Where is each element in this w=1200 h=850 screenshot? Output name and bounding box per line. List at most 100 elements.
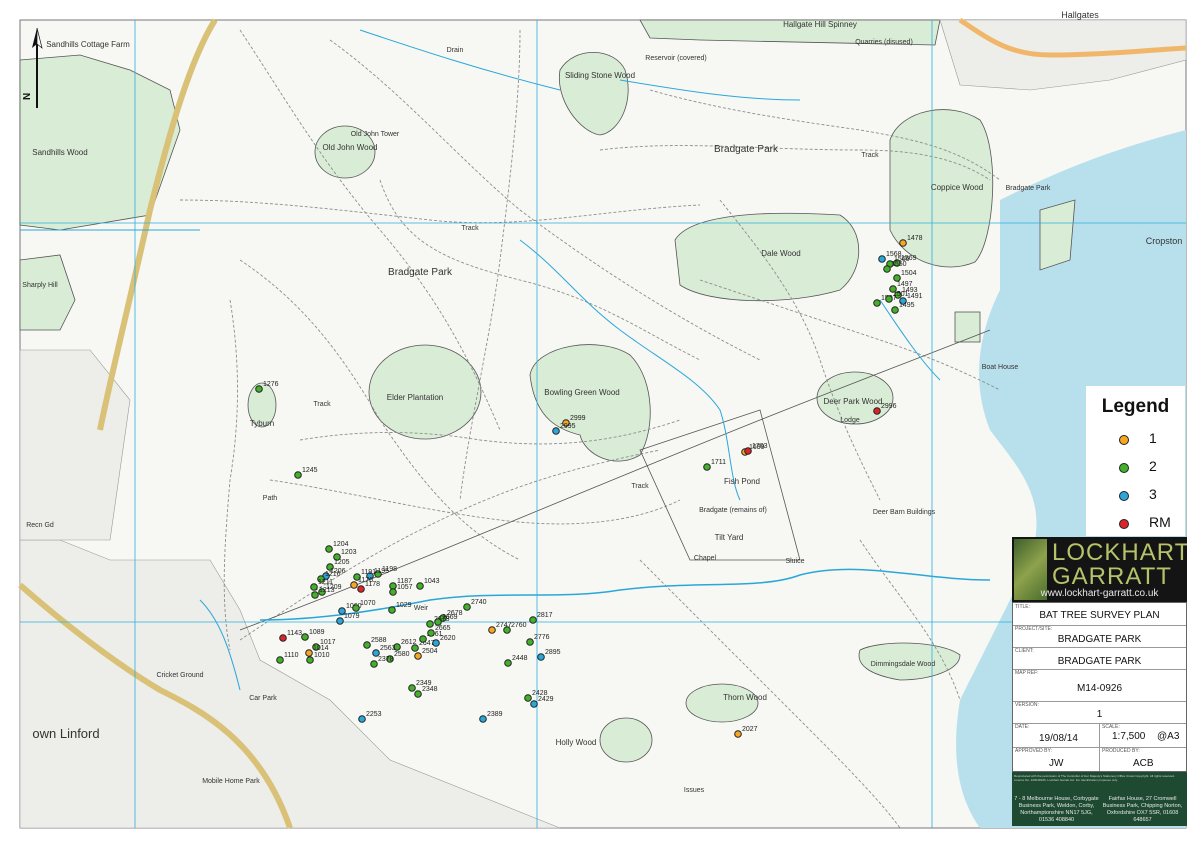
tree-point-1089[interactable] [301, 633, 309, 641]
tree-point-1176[interactable] [350, 581, 358, 589]
wood-small-east [954, 311, 981, 343]
map-label-29: Mobile Home Park [202, 778, 260, 785]
tree-point-1245[interactable] [294, 471, 302, 479]
tree-point-1495[interactable] [891, 306, 899, 314]
tree-label-2760: 2760 [511, 622, 527, 629]
tb-version-value: 1 [1096, 709, 1103, 720]
tree-label-1010: 1010 [314, 652, 330, 659]
map-label-25: Thorn Wood [723, 693, 767, 702]
tree-label-2389: 2389 [487, 711, 503, 718]
tree-point-2349[interactable] [408, 684, 416, 692]
tree-point-1276[interactable] [255, 385, 263, 393]
tree-point-1501[interactable] [885, 295, 893, 303]
map-label-4: Bradgate Park [388, 267, 453, 278]
tb-client-row: CLIENT: BRADGATE PARK [1013, 647, 1186, 670]
tree-point-2661[interactable] [419, 635, 427, 643]
map-label-0: Sandhills Cottage Farm [46, 40, 130, 49]
tree-point-1014[interactable] [305, 649, 313, 657]
tree-label-1703: 1703 [752, 443, 768, 450]
tree-point-2740[interactable] [463, 603, 471, 611]
tree-point-2995[interactable] [552, 427, 560, 435]
tree-point-2996[interactable] [873, 407, 881, 415]
tree-point-2448[interactable] [504, 659, 512, 667]
tree-point-2027[interactable] [734, 730, 742, 738]
tb-client-value: BRADGATE PARK [1057, 656, 1142, 667]
tree-point-2647[interactable] [411, 644, 419, 652]
tree-point-2348[interactable] [414, 690, 422, 698]
tree-point-2389[interactable] [479, 715, 487, 723]
map-label-42: Track [861, 152, 879, 159]
tree-point-1211[interactable] [310, 583, 318, 591]
legend-label-1: 1 [1149, 430, 1157, 446]
map-label-14: Elder Plantation [387, 393, 443, 402]
tree-point-2504[interactable] [414, 652, 422, 660]
tree-point-1029[interactable] [388, 606, 396, 614]
tree-point-1178[interactable] [357, 585, 365, 593]
tree-point-2895[interactable] [537, 653, 545, 661]
tree-label-1550: 1550 [891, 261, 907, 268]
wood-strip-east [1039, 199, 1076, 271]
tree-label-1089: 1089 [309, 629, 325, 636]
tree-label-2429: 2429 [538, 696, 554, 703]
tree-point-1568[interactable] [878, 255, 886, 263]
tree-point-2428[interactable] [524, 694, 532, 702]
map-label-3: Old John Tower [351, 131, 400, 138]
tree-label-1110: 1110 [284, 652, 299, 659]
tree-point-1204[interactable] [325, 545, 333, 553]
map-label-33: own Linford [32, 726, 99, 741]
tree-point-1143[interactable] [279, 634, 287, 642]
tree-label-1203: 1203 [341, 549, 357, 556]
map-label-5: Bradgate Park [714, 144, 779, 155]
title-block: TITLE: BAT TREE SURVEY PLAN PROJECT/SITE… [1012, 602, 1187, 772]
tree-point-2817[interactable] [529, 616, 537, 624]
tree-point-2588[interactable] [363, 641, 371, 649]
tree-point-1213[interactable] [311, 591, 319, 599]
tb-divider [1099, 723, 1100, 747]
tree-point-1711[interactable] [703, 463, 711, 471]
map-label-32: Sharply Hill [22, 282, 58, 289]
tree-label-2378: 2378 [378, 656, 394, 663]
tree-label-1014: 1014 [313, 645, 329, 652]
legend-item-1: 1 [1086, 430, 1185, 450]
map-label-13: Cropston [1146, 236, 1183, 246]
map-label-6: Sliding Stone Wood [565, 71, 635, 80]
map-label-20: Fish Pond [724, 477, 760, 486]
map-label-24: Tyburn [250, 419, 274, 428]
tree-point-1550[interactable] [883, 265, 891, 273]
tree-point-1110[interactable] [276, 656, 284, 664]
tree-point-2620[interactable] [432, 639, 440, 647]
tree-point-1703[interactable] [744, 447, 752, 455]
tree-point-2776[interactable] [526, 638, 534, 646]
tree-point-1070[interactable] [352, 604, 360, 612]
tree-point-1079[interactable] [336, 617, 344, 625]
tb-produced-label: PRODUCED BY: [1102, 748, 1140, 754]
tree-point-2760[interactable] [503, 626, 511, 634]
legend-title: Legend [1101, 396, 1170, 417]
tree-point-2673[interactable] [426, 620, 434, 628]
tree-point-2378[interactable] [370, 660, 378, 668]
map-label-18: Boat House [982, 364, 1019, 371]
tree-point-2747[interactable] [488, 626, 496, 634]
tree-point-1010[interactable] [306, 656, 314, 664]
tree-point-2253[interactable] [358, 715, 366, 723]
legend-item-2: 2 [1086, 458, 1185, 478]
tb-date-label: DATE: [1015, 724, 1030, 730]
tb-title-value: BAT TREE SURVEY PLAN [1039, 610, 1160, 621]
tree-point-1043[interactable] [416, 582, 424, 590]
tree-label-1216: 1216 [325, 571, 341, 578]
tree-label-2665: 2665 [435, 625, 451, 632]
tree-point-1507[interactable] [873, 299, 881, 307]
tree-label-2027: 2027 [742, 726, 758, 733]
tree-label-1195: 1195 [374, 568, 389, 575]
tree-point-1478[interactable] [899, 239, 907, 247]
tree-label-2740: 2740 [471, 599, 487, 606]
map-label-39: Track [461, 225, 479, 232]
map-label-37: Issues [684, 787, 705, 794]
tree-label-2895: 2895 [545, 649, 561, 656]
tb-scale-label: SCALE: [1102, 724, 1120, 730]
tree-point-1057[interactable] [389, 588, 397, 596]
company-logo: LOCKHART GARRATT www.lockhart-garratt.co… [1012, 537, 1187, 602]
address-left: 7 - 8 Melbourne House, Corbygate Busines… [1014, 796, 1099, 823]
tree-point-2429[interactable] [530, 700, 538, 708]
tree-point-2665[interactable] [427, 629, 435, 637]
